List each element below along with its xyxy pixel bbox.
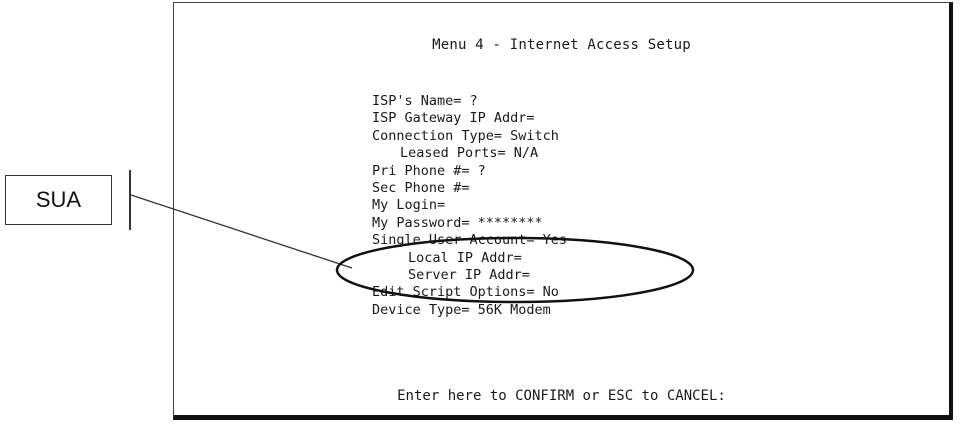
field-my-login[interactable]: My Login= (372, 197, 567, 214)
field-pri-phone[interactable]: Pri Phone #= ? (372, 163, 567, 180)
field-isp-name[interactable]: ISP's Name= ? (372, 93, 567, 110)
field-sec-phone[interactable]: Sec Phone #= (372, 180, 567, 197)
menu-field-list: ISP's Name= ? ISP Gateway IP Addr= Conne… (372, 93, 567, 319)
sua-callout-label: SUA (35, 187, 82, 212)
sua-callout-box: SUA (5, 175, 112, 225)
field-leased-ports[interactable]: Leased Ports= N/A (372, 145, 567, 162)
field-device-type[interactable]: Device Type= 56K Modem (372, 302, 567, 319)
field-server-ip-addr[interactable]: Server IP Addr= (372, 267, 567, 284)
terminal-screen: Menu 4 - Internet Access Setup ISP's Nam… (173, 2, 953, 420)
field-local-ip-addr[interactable]: Local IP Addr= (372, 250, 567, 267)
field-single-user-account[interactable]: Single User Account= Yes (372, 232, 567, 249)
callout-divider (129, 170, 131, 230)
field-my-password[interactable]: My Password= ******** (372, 215, 567, 232)
menu-title: Menu 4 - Internet Access Setup (432, 37, 691, 53)
field-connection-type[interactable]: Connection Type= Switch (372, 128, 567, 145)
field-edit-script-options[interactable]: Edit Script Options= No (372, 284, 567, 301)
confirm-prompt: Enter here to CONFIRM or ESC to CANCEL: (397, 388, 726, 404)
field-isp-gateway-ip[interactable]: ISP Gateway IP Addr= (372, 110, 567, 127)
